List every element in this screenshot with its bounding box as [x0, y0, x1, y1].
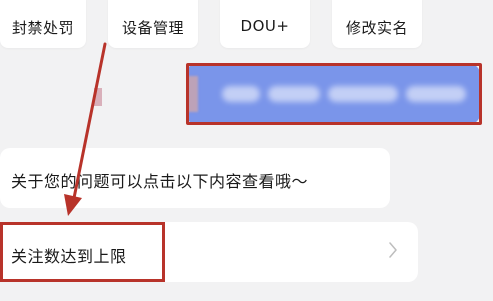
- quick-action-dou-plus[interactable]: DOU+: [220, 0, 310, 48]
- annotation-box-message: [186, 63, 482, 125]
- quick-action-label: 设备管理: [121, 19, 184, 37]
- quick-action-real-name[interactable]: 修改实名: [332, 0, 422, 48]
- quick-action-device[interactable]: 设备管理: [108, 0, 198, 48]
- bot-reply-text: 关于您的问题可以点击以下内容查看哦～: [11, 172, 309, 191]
- quick-action-label: 封禁处罚: [11, 19, 74, 37]
- quick-action-penalty[interactable]: 封禁处罚: [0, 0, 86, 48]
- blur-marker: [94, 88, 102, 106]
- quick-action-label: DOU+: [240, 17, 290, 35]
- chevron-right-icon: [389, 242, 397, 258]
- bot-reply-card: 关于您的问题可以点击以下内容查看哦～: [0, 148, 390, 208]
- annotation-box-link: [0, 222, 165, 282]
- quick-action-label: 修改实名: [345, 19, 408, 37]
